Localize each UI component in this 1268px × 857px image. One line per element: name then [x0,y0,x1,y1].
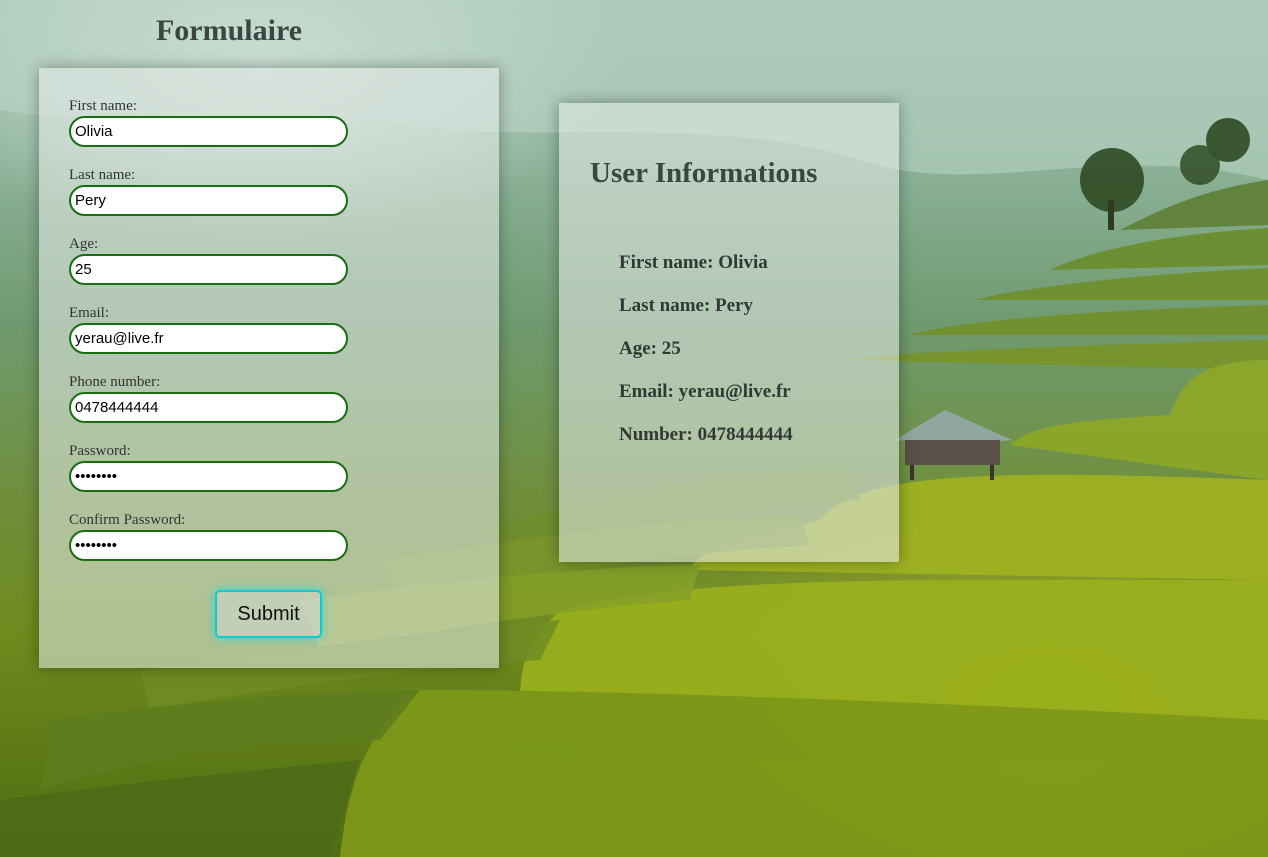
first-name-label: First name: [69,98,137,114]
info-age: Age: 25 [619,338,681,359]
email-input[interactable] [69,323,348,354]
email-field-group: Email: [69,306,348,354]
password-field-group: Password: [69,444,348,492]
phone-label: Phone number: [69,374,161,390]
page-title: Formulaire [155,14,303,47]
age-input[interactable] [69,254,348,285]
password-input[interactable] [69,461,348,492]
user-info-panel: User Informations First name: Olivia Las… [559,103,899,562]
confirm-password-input[interactable] [69,530,348,561]
confirm-password-field-group: Confirm Password: [69,513,348,561]
info-number: Number: 0478444444 [619,424,793,445]
user-info-title: User Informations [590,157,818,189]
email-label: Email: [69,305,109,321]
age-label: Age: [69,236,99,252]
registration-form: First name: Last name: Age: Email: Phone… [39,68,499,668]
info-first-name: First name: Olivia [619,252,768,273]
info-last-name: Last name: Pery [619,295,754,316]
confirm-password-label: Confirm Password: [69,512,186,528]
info-email: Email: yerau@live.fr [619,381,791,402]
first-name-input[interactable] [69,116,348,147]
last-name-field-group: Last name: [69,168,348,216]
password-label: Password: [69,443,131,459]
phone-field-group: Phone number: [69,375,348,423]
last-name-input[interactable] [69,185,348,216]
last-name-label: Last name: [69,167,136,183]
age-field-group: Age: [69,237,348,285]
phone-input[interactable] [69,392,348,423]
submit-button[interactable]: Submit [215,590,322,638]
first-name-field-group: First name: [69,99,348,147]
